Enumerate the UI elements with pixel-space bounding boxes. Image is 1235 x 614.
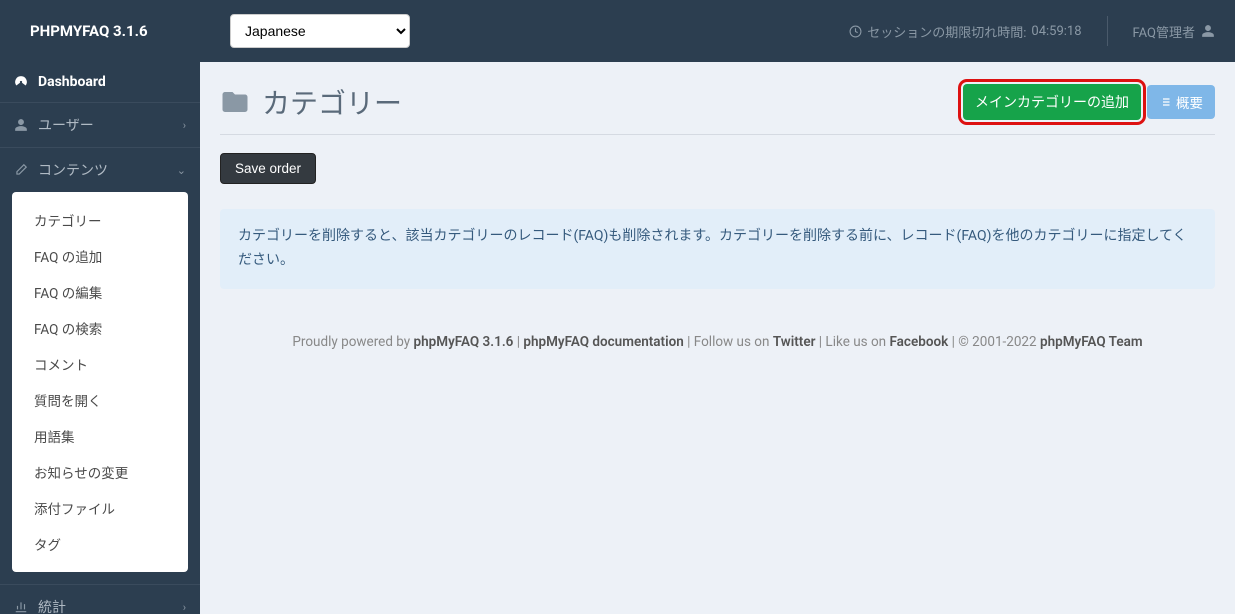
page-title-wrap: カテゴリー [220, 82, 402, 122]
footer: Proudly powered by phpMyFAQ 3.1.6 | phpM… [220, 334, 1215, 350]
info-alert: カテゴリーを削除すると、該当カテゴリーのレコード(FAQ)も削除されます。カテゴ… [220, 209, 1215, 289]
list-icon [1159, 96, 1171, 108]
subnav-category[interactable]: カテゴリー [12, 202, 188, 238]
chevron-right-icon: › [183, 119, 186, 132]
sidebar-label-dashboard: Dashboard [38, 74, 106, 90]
sidebar-item-users[interactable]: ユーザー › [0, 102, 200, 147]
sidebar-item-content[interactable]: コンテンツ ⌄ [0, 147, 200, 192]
subnav-tags[interactable]: タグ [12, 526, 188, 562]
subnav-edit-faq[interactable]: FAQ の編集 [12, 274, 188, 310]
dashboard-icon [14, 75, 28, 89]
app-brand: PHPMYFAQ 3.1.6 [0, 22, 200, 40]
footer-doc-link[interactable]: phpMyFAQ documentation [523, 334, 683, 350]
user-icon [14, 118, 28, 132]
language-select[interactable]: Japanese [230, 14, 410, 48]
overview-button[interactable]: 概要 [1147, 85, 1215, 119]
subnav-search-faq[interactable]: FAQ の検索 [12, 310, 188, 346]
chevron-right-icon: › [183, 601, 186, 614]
footer-text: | Follow us on [684, 334, 773, 350]
overview-label: 概要 [1176, 92, 1203, 112]
clock-icon [849, 25, 862, 38]
stats-icon [14, 600, 28, 614]
footer-text: | Like us on [815, 334, 889, 350]
sidebar-label-users: ユーザー [38, 115, 94, 135]
session-label: セッションの期限切れ時間: [867, 22, 1026, 41]
user-menu[interactable]: FAQ管理者 [1133, 22, 1215, 41]
user-label: FAQ管理者 [1133, 22, 1195, 41]
subnav-attachments[interactable]: 添付ファイル [12, 490, 188, 526]
user-icon [1201, 24, 1215, 38]
subnav-comments[interactable]: コメント [12, 346, 188, 382]
subnav-news[interactable]: お知らせの変更 [12, 454, 188, 490]
sidebar-label-stats: 統計 [38, 597, 66, 614]
footer-product: phpMyFAQ 3.1.6 [414, 334, 514, 350]
page-title: カテゴリー [262, 82, 402, 122]
chevron-down-icon: ⌄ [177, 164, 186, 177]
sidebar-item-dashboard[interactable]: Dashboard [0, 62, 200, 102]
folder-icon [220, 87, 250, 117]
footer-twitter-link[interactable]: Twitter [773, 334, 816, 350]
session-time: 04:59:18 [1031, 24, 1081, 39]
footer-team-link[interactable]: phpMyFAQ Team [1040, 334, 1143, 350]
sidebar-item-stats[interactable]: 統計 › [0, 584, 200, 614]
footer-sep: | [513, 334, 523, 350]
footer-facebook-link[interactable]: Facebook [889, 334, 948, 350]
save-order-button[interactable]: Save order [220, 153, 316, 184]
subnav-glossary[interactable]: 用語集 [12, 418, 188, 454]
edit-icon [14, 163, 28, 177]
subnav-open-questions[interactable]: 質問を開く [12, 382, 188, 418]
sidebar-label-content: コンテンツ [38, 160, 108, 180]
add-main-category-button[interactable]: メインカテゴリーの追加 [963, 84, 1141, 120]
footer-text: Proudly powered by [292, 334, 413, 350]
subnav-add-faq[interactable]: FAQ の追加 [12, 238, 188, 274]
session-info: セッションの期限切れ時間: 04:59:18 [849, 22, 1081, 41]
footer-text: | © 2001-2022 [948, 334, 1040, 350]
header-divider [1107, 16, 1108, 46]
content-submenu: カテゴリー FAQ の追加 FAQ の編集 FAQ の検索 コメント 質問を開く… [12, 192, 188, 572]
